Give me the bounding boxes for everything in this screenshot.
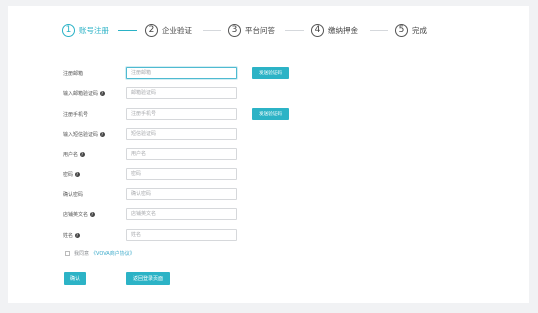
confirm-password-label: 确认密码 xyxy=(63,191,84,198)
phone-label: 注册手机号 xyxy=(63,111,89,118)
confirm-password-row: 确认密码 xyxy=(63,187,237,201)
help-icon[interactable]: ? xyxy=(79,151,85,157)
step-3: 3 平台问答 xyxy=(228,22,275,38)
password-row: 密码? xyxy=(63,167,237,181)
help-icon[interactable]: ? xyxy=(74,171,80,177)
help-icon[interactable]: ? xyxy=(99,131,105,137)
email-code-row: 输入邮箱验证码? xyxy=(63,86,237,100)
step-5-number: 5 xyxy=(395,23,408,37)
shop-name-input[interactable] xyxy=(126,208,237,220)
step-5: 5 完成 xyxy=(395,22,427,38)
step-connector-1 xyxy=(118,30,137,32)
username-input[interactable] xyxy=(126,148,237,160)
step-4-number: 4 xyxy=(311,23,324,37)
sms-code-input[interactable] xyxy=(126,128,237,140)
email-input[interactable] xyxy=(126,67,237,79)
step-connector-3 xyxy=(285,30,304,31)
step-4: 4 缴纳押金 xyxy=(311,22,358,38)
agreement: 我同意 《VOVA商户协议》 xyxy=(65,250,135,257)
phone-row: 注册手机号 xyxy=(63,107,237,121)
send-sms-code-button[interactable]: 发送验证码 xyxy=(252,108,289,120)
step-2-label: 企业验证 xyxy=(162,25,192,35)
phone-input[interactable] xyxy=(126,108,237,120)
step-5-label: 完成 xyxy=(412,25,427,35)
email-label: 注册邮箱 xyxy=(63,70,84,77)
sms-code-label: 输入短信验证码 xyxy=(63,131,99,138)
step-1: 1 账号注册 xyxy=(62,22,109,38)
step-2: 2 企业验证 xyxy=(145,22,192,38)
agree-checkbox[interactable] xyxy=(65,251,70,256)
back-to-login-button[interactable]: 返回登录页面 xyxy=(126,272,170,285)
email-row: 注册邮箱 xyxy=(63,66,237,80)
step-3-label: 平台问答 xyxy=(245,25,275,35)
agree-text: 我同意 xyxy=(74,251,90,257)
confirm-password-input[interactable] xyxy=(126,188,237,200)
sms-code-row: 输入短信验证码? xyxy=(63,127,237,141)
step-3-number: 3 xyxy=(228,23,241,37)
step-2-number: 2 xyxy=(145,23,158,37)
shop-name-label: 店铺英文名 xyxy=(63,211,89,218)
name-input[interactable] xyxy=(126,229,237,241)
step-1-label: 账号注册 xyxy=(79,25,109,35)
send-email-code-button[interactable]: 发送验证码 xyxy=(252,67,289,79)
password-label: 密码 xyxy=(63,171,74,178)
email-code-label: 输入邮箱验证码 xyxy=(63,90,99,97)
help-icon[interactable]: ? xyxy=(89,211,95,217)
help-icon[interactable]: ? xyxy=(99,90,105,96)
email-code-input[interactable] xyxy=(126,87,237,99)
agreement-link[interactable]: 《VOVA商户协议》 xyxy=(91,250,135,257)
step-connector-2 xyxy=(203,30,221,31)
username-row: 用户名? xyxy=(63,147,237,161)
step-1-number: 1 xyxy=(62,23,75,37)
name-label: 姓名 xyxy=(63,232,74,239)
step-connector-4 xyxy=(370,30,388,31)
help-icon[interactable]: ? xyxy=(74,232,80,238)
name-row: 姓名? xyxy=(63,228,237,242)
shop-name-row: 店铺英文名? xyxy=(63,207,237,221)
password-input[interactable] xyxy=(126,168,237,180)
step-4-label: 缴纳押金 xyxy=(328,25,358,35)
username-label: 用户名 xyxy=(63,151,79,158)
confirm-button[interactable]: 确认 xyxy=(64,272,86,285)
